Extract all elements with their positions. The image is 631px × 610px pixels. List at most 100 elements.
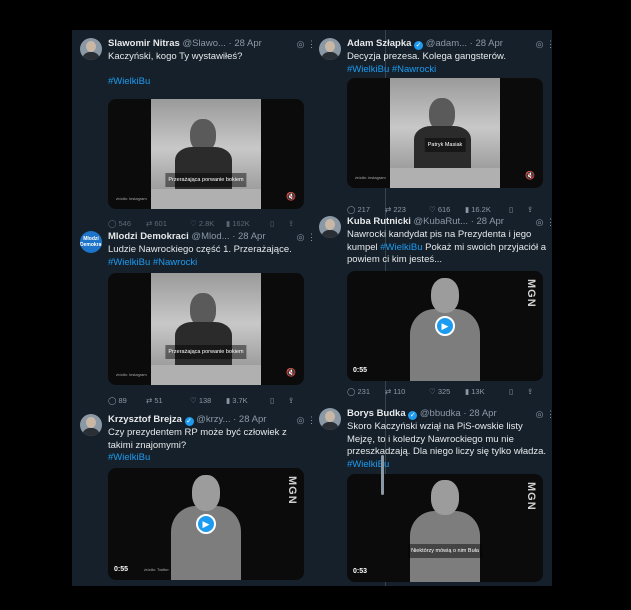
timestamp[interactable]: · 28 Apr (471, 216, 504, 227)
grok-icon[interactable]: ◎ (297, 415, 305, 425)
verified-badge-icon: ✓ (184, 417, 194, 426)
share-icon[interactable]: ⇪ (288, 218, 294, 231)
bookmark-icon[interactable]: ▯ (270, 218, 274, 231)
author-name[interactable]: Kuba Rutnicki (347, 216, 411, 227)
broadcaster-logo: MGN (525, 482, 537, 511)
mute-icon[interactable]: 🔇 (525, 170, 535, 183)
reply-icon: ◯ (347, 387, 356, 396)
tweet-nitras[interactable]: Slawomir Nitras @Slawo... · 28 Apr ◎ ⋮ K… (80, 38, 316, 228)
mute-icon[interactable]: 🔇 (286, 367, 296, 380)
author-name[interactable]: Borys Budka (347, 408, 406, 419)
repost-button[interactable]: ⇄ 601 (146, 218, 167, 231)
hashtag-link[interactable]: #WielkiBu #Nawrocki (108, 257, 312, 270)
more-icon[interactable]: ⋮ (307, 415, 316, 425)
reply-button[interactable]: ◯ 89 (108, 395, 127, 408)
tweet-header: Kuba Rutnicki @KubaRut... · 28 Apr ◎ ⋮ (347, 216, 552, 229)
tweet-media[interactable]: MGN ▶ 0:55 źródło: Twitter (108, 468, 304, 580)
avatar[interactable]: Młodzi Demokraci (80, 231, 102, 253)
play-icon[interactable]: ▶ (196, 514, 216, 534)
scrollbar[interactable] (381, 455, 384, 495)
author-handle[interactable]: @Mlod... (191, 231, 229, 242)
author-name[interactable]: Slawomir Nitras (108, 38, 180, 49)
more-icon[interactable]: ⋮ (307, 39, 316, 49)
grok-icon[interactable]: ◎ (297, 232, 305, 242)
avatar[interactable] (319, 38, 341, 60)
reply-button[interactable]: ◯ 546 (108, 218, 131, 231)
author-handle[interactable]: @KubaRut... (414, 216, 469, 227)
author-name[interactable]: Krzysztof Brejza (108, 414, 182, 425)
video-caption: Przerażająca porwanie bokiem (165, 172, 247, 187)
tweet-brejza[interactable]: Krzysztof Brejza ✓ @krzy... · 28 Apr ◎ ⋮… (80, 414, 316, 586)
bookmark-icon[interactable]: ▯ (509, 204, 513, 217)
tweet-budka[interactable]: Borys Budka ✓ @bbudka · 28 Apr ◎ ⋮ Skoro… (319, 408, 552, 586)
views-icon: ▮ (226, 219, 231, 228)
tweet-mlodzi-demokraci[interactable]: Młodzi Demokraci Mlodzi Demokraci @Mlod.… (80, 231, 316, 411)
tweet-media[interactable]: MGN Niektórzy mówią o nim Buła 0:53 (347, 474, 543, 582)
like-button[interactable]: ♡ 616 (429, 204, 450, 217)
reply-button[interactable]: ◯ 217 (347, 204, 370, 217)
grok-icon[interactable]: ◎ (536, 39, 544, 49)
bookmark-icon[interactable]: ▯ (270, 395, 274, 408)
like-button[interactable]: ♡ 325 (429, 386, 450, 399)
avatar[interactable] (319, 408, 341, 430)
share-icon[interactable]: ⇪ (527, 386, 533, 399)
repost-count: 51 (154, 396, 163, 405)
timestamp[interactable]: · 28 Apr (470, 38, 503, 49)
timestamp[interactable]: · 28 Apr (463, 408, 496, 419)
author-name[interactable]: Mlodzi Demokraci (108, 231, 189, 242)
author-name[interactable]: Adam Szłapka (347, 38, 411, 49)
timestamp[interactable]: · 28 Apr (232, 231, 265, 242)
author-handle[interactable]: @adam... (426, 38, 467, 49)
tweet-text: Decyzja prezesa. Kolega gangsterów. #Wie… (347, 51, 551, 76)
share-icon[interactable]: ⇪ (288, 395, 294, 408)
action-bar: ◯ 546 ⇄ 601 ♡ 2.8K ▮ 162K ▯ ⇪ (108, 218, 316, 229)
tweet-media[interactable]: Patryk Masiak źródło: instagram 🔇 (347, 78, 543, 188)
avatar[interactable] (80, 38, 102, 60)
repost-button[interactable]: ⇄ 223 (385, 204, 406, 217)
like-button[interactable]: ♡ 2.8K (190, 218, 214, 231)
repost-button[interactable]: ⇄ 51 (146, 395, 163, 408)
video-duration: 0:53 (353, 567, 368, 575)
bookmark-icon[interactable]: ▯ (509, 386, 513, 399)
grok-icon[interactable]: ◎ (297, 39, 305, 49)
more-icon[interactable]: ⋮ (546, 217, 552, 227)
views-button[interactable]: ▮ 13K (465, 386, 485, 399)
tweet-rutnicki[interactable]: Kuba Rutnicki @KubaRut... · 28 Apr ◎ ⋮ N… (319, 216, 552, 406)
avatar[interactable] (80, 414, 102, 436)
timestamp[interactable]: · 28 Apr (233, 414, 266, 425)
play-icon[interactable]: ▶ (435, 316, 455, 336)
hashtag-link[interactable]: #WielkiBu #Nawrocki (347, 64, 551, 77)
media-source: źródło: Twitter (144, 566, 169, 572)
author-handle[interactable]: @bbudka (420, 408, 461, 419)
hashtag-link[interactable]: #WielkiBu (380, 242, 422, 253)
grok-icon[interactable]: ◎ (536, 217, 544, 227)
hashtag-link[interactable]: #WielkiBu (108, 452, 312, 465)
video-caption: Patryk Masiak (424, 137, 466, 152)
tweet-media[interactable]: Przerażająca porwanie bokiem źródło: ins… (108, 99, 304, 209)
timestamp[interactable]: · 28 Apr (229, 38, 262, 49)
repost-button[interactable]: ⇄ 110 (385, 386, 405, 399)
views-button[interactable]: ▮ 3.7K (226, 395, 248, 408)
repost-count: 110 (393, 387, 406, 396)
reply-count: 231 (357, 387, 371, 396)
views-button[interactable]: ▮ 16.2K (465, 204, 491, 217)
author-handle[interactable]: @krzy... (196, 414, 230, 425)
reply-button[interactable]: ◯ 231 (347, 386, 370, 399)
more-icon[interactable]: ⋮ (546, 39, 552, 49)
reply-icon: ◯ (108, 396, 117, 405)
grok-icon[interactable]: ◎ (536, 409, 544, 419)
author-handle[interactable]: @Slawo... (182, 38, 225, 49)
media-source: źródło: instagram (116, 371, 147, 377)
more-icon[interactable]: ⋮ (307, 232, 316, 242)
mute-icon[interactable]: 🔇 (286, 191, 296, 204)
tweet-media[interactable]: Przerażająca porwanie bokiem źródło: ins… (108, 273, 304, 385)
like-button[interactable]: ♡ 138 (190, 395, 211, 408)
avatar[interactable] (319, 216, 341, 238)
share-icon[interactable]: ⇪ (527, 204, 533, 217)
hashtag-link[interactable]: #WielkiBu (108, 76, 312, 89)
tweet-szlapka[interactable]: Adam Szłapka ✓ @adam... · 28 Apr ◎ ⋮ Dec… (319, 38, 552, 218)
views-button[interactable]: ▮ 162K (226, 218, 250, 231)
more-icon[interactable]: ⋮ (546, 409, 552, 419)
tweet-media[interactable]: MGN ▶ 0:55 (347, 271, 543, 381)
tweet-text: Kaczyński, kogo Ty wystawiłeś? #WielkiBu (108, 51, 312, 88)
